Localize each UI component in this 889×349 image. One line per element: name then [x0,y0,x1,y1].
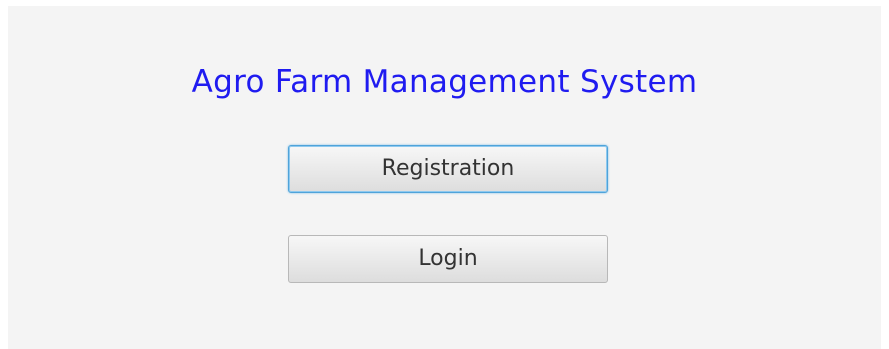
main-window: Agro Farm Management System Registration… [8,6,881,349]
login-button[interactable]: Login [288,235,608,283]
registration-button[interactable]: Registration [288,145,608,193]
app-title: Agro Farm Management System [191,64,698,100]
